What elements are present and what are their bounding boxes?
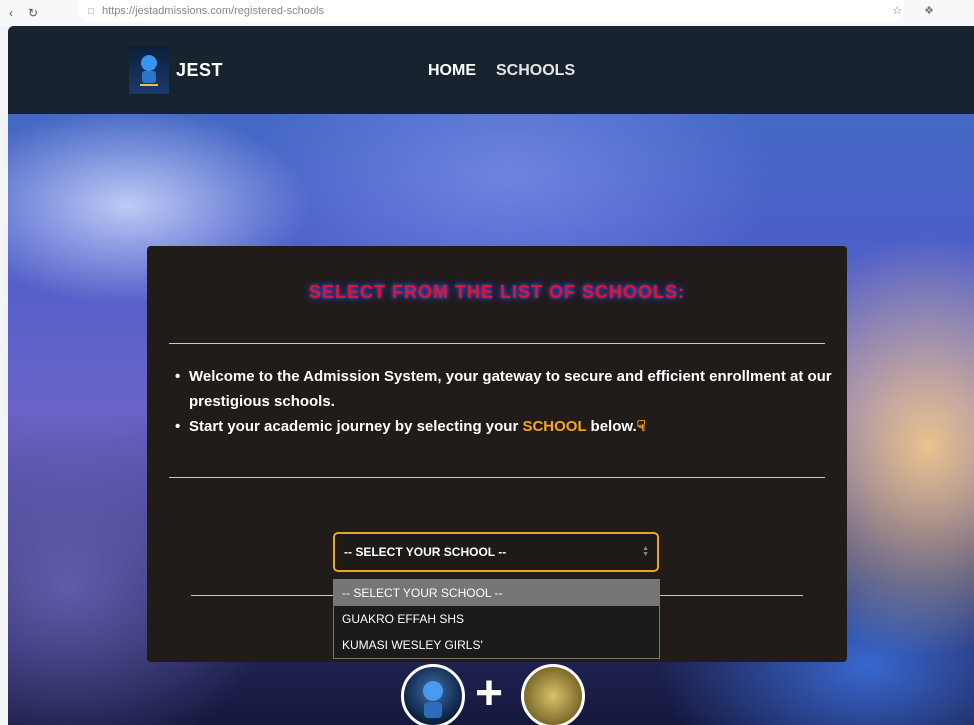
back-icon[interactable]: ‹ bbox=[0, 6, 22, 20]
address-bar[interactable]: □ https://jestadmissions.com/registered-… bbox=[78, 0, 904, 22]
students-circle-image bbox=[521, 664, 585, 725]
bottom-divider-right bbox=[660, 595, 803, 596]
intro-below-text: below. bbox=[590, 418, 637, 435]
school-dropdown-list: -- SELECT YOUR SCHOOL -- GUAKRO EFFAH SH… bbox=[333, 579, 660, 659]
intro-list: Welcome to the Admission System, your ga… bbox=[175, 364, 835, 439]
robot-logo-icon[interactable] bbox=[129, 46, 169, 94]
school-option-guakro[interactable]: GUAKRO EFFAH SHS bbox=[334, 606, 659, 632]
robot-avatar-icon bbox=[423, 681, 443, 718]
intro-item-start: Start your academic journey by selecting… bbox=[175, 414, 835, 439]
robot-head-icon bbox=[140, 55, 158, 86]
intro-item-welcome: Welcome to the Admission System, your ga… bbox=[175, 364, 835, 414]
school-option-placeholder[interactable]: -- SELECT YOUR SCHOOL -- bbox=[334, 580, 659, 606]
url-text: https://jestadmissions.com/registered-sc… bbox=[102, 5, 324, 17]
school-highlight: SCHOOL bbox=[522, 418, 587, 435]
intro-welcome-text: Welcome to the Admission System, your ga… bbox=[189, 368, 832, 410]
browser-toolbar: ‹ ↻ □ https://jestadmissions.com/registe… bbox=[0, 0, 974, 26]
page-viewport: JEST HOME SCHOOLS SELECT FROM THE LIST O… bbox=[8, 26, 974, 725]
top-navbar: JEST HOME SCHOOLS bbox=[8, 26, 974, 114]
nav-home-link[interactable]: HOME bbox=[428, 62, 476, 80]
intro-start-text: Start your academic journey by selecting… bbox=[189, 418, 519, 435]
bottom-divider-left bbox=[191, 595, 334, 596]
plus-icon: + bbox=[475, 667, 504, 720]
extensions-icon[interactable]: ❖ bbox=[924, 4, 934, 17]
reload-icon[interactable]: ↻ bbox=[22, 6, 44, 20]
middle-divider bbox=[169, 477, 825, 478]
nav-schools-link[interactable]: SCHOOLS bbox=[496, 62, 575, 80]
robot-circle-image bbox=[401, 664, 465, 725]
school-selection-card: SELECT FROM THE LIST OF SCHOOLS: Welcome… bbox=[147, 246, 847, 662]
main-nav: HOME SCHOOLS bbox=[428, 62, 575, 80]
top-divider bbox=[169, 343, 825, 344]
brand-name[interactable]: JEST bbox=[176, 60, 223, 81]
school-select[interactable]: -- SELECT YOUR SCHOOL -- ▲ ▼ bbox=[333, 532, 659, 572]
school-option-kumasi[interactable]: KUMASI WESLEY GIRLS' bbox=[334, 632, 659, 658]
pointing-down-icon: ☟ bbox=[636, 418, 646, 435]
bookmark-icon[interactable]: ☆ bbox=[892, 4, 902, 17]
card-title: SELECT FROM THE LIST OF SCHOOLS: bbox=[309, 282, 685, 302]
school-select-value: -- SELECT YOUR SCHOOL -- bbox=[344, 545, 507, 559]
page-info-icon[interactable]: □ bbox=[88, 6, 94, 17]
partner-images: + bbox=[401, 661, 601, 725]
select-arrows-icon: ▲ ▼ bbox=[642, 545, 649, 558]
